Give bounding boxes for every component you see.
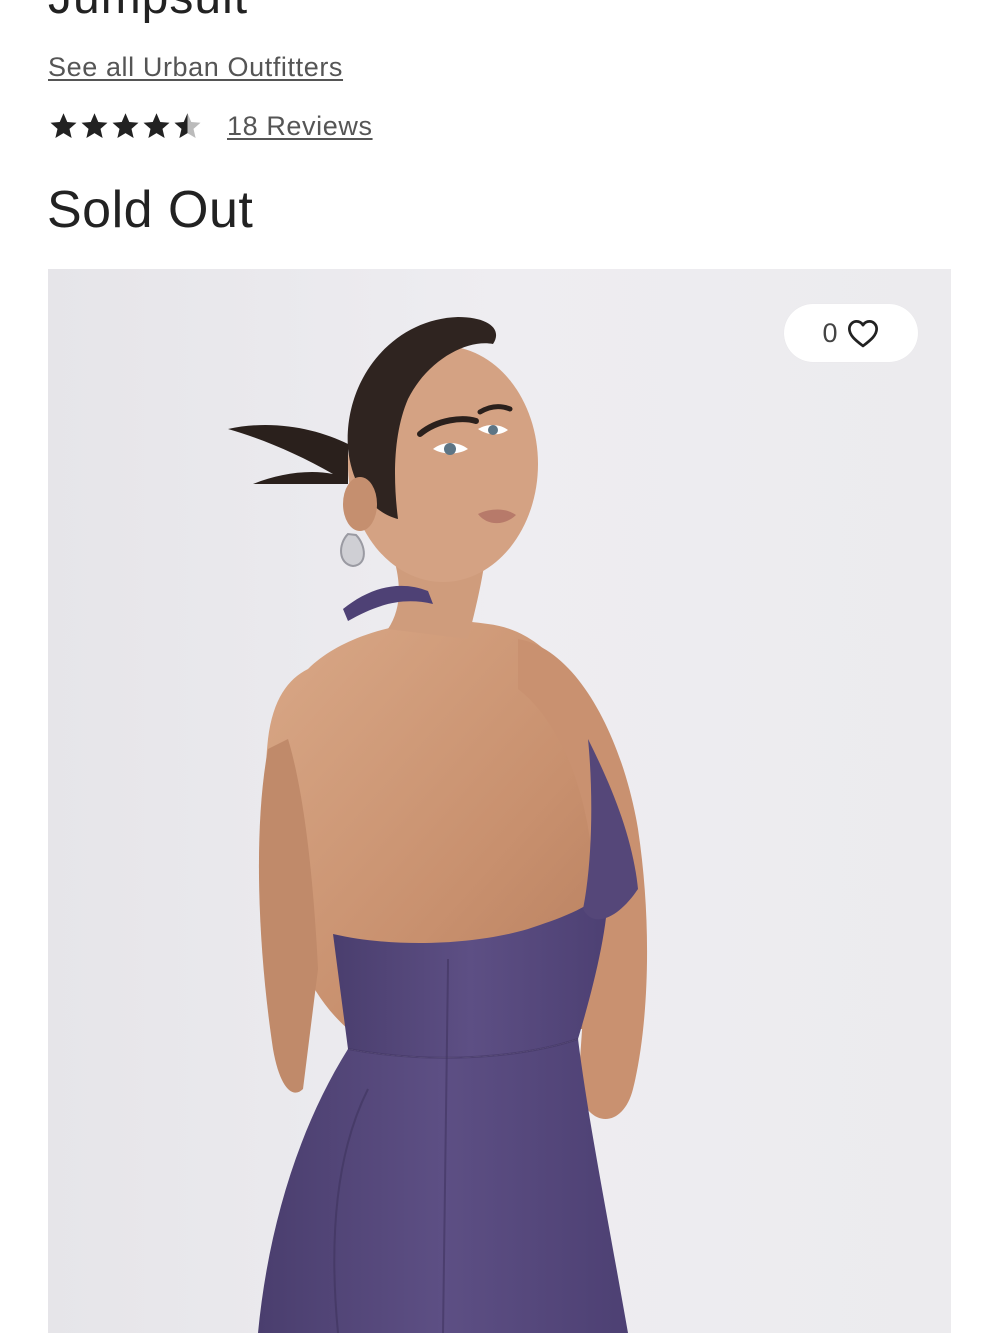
wishlist-count: 0: [822, 317, 838, 348]
product-image[interactable]: 0: [48, 269, 951, 1333]
star-icon: [143, 113, 170, 138]
availability-status: Sold Out: [47, 181, 254, 239]
star-icon: [50, 113, 77, 138]
product-title: Jumpsuit: [48, 0, 248, 28]
rating-row: 18 Reviews: [48, 106, 373, 146]
heart-outline-icon: [846, 318, 880, 348]
reviews-link[interactable]: 18 Reviews: [227, 111, 373, 142]
model-photo: [48, 269, 951, 1333]
star-icon: [81, 113, 108, 138]
star-rating[interactable]: [48, 111, 203, 141]
wishlist-button[interactable]: 0: [784, 304, 918, 362]
see-all-brand-link[interactable]: See all Urban Outfitters: [48, 52, 343, 83]
product-page: Jumpsuit See all Urban Outfitters 18 Rev…: [0, 0, 1000, 1333]
half-star-icon: [174, 113, 201, 138]
star-icon: [112, 113, 139, 138]
